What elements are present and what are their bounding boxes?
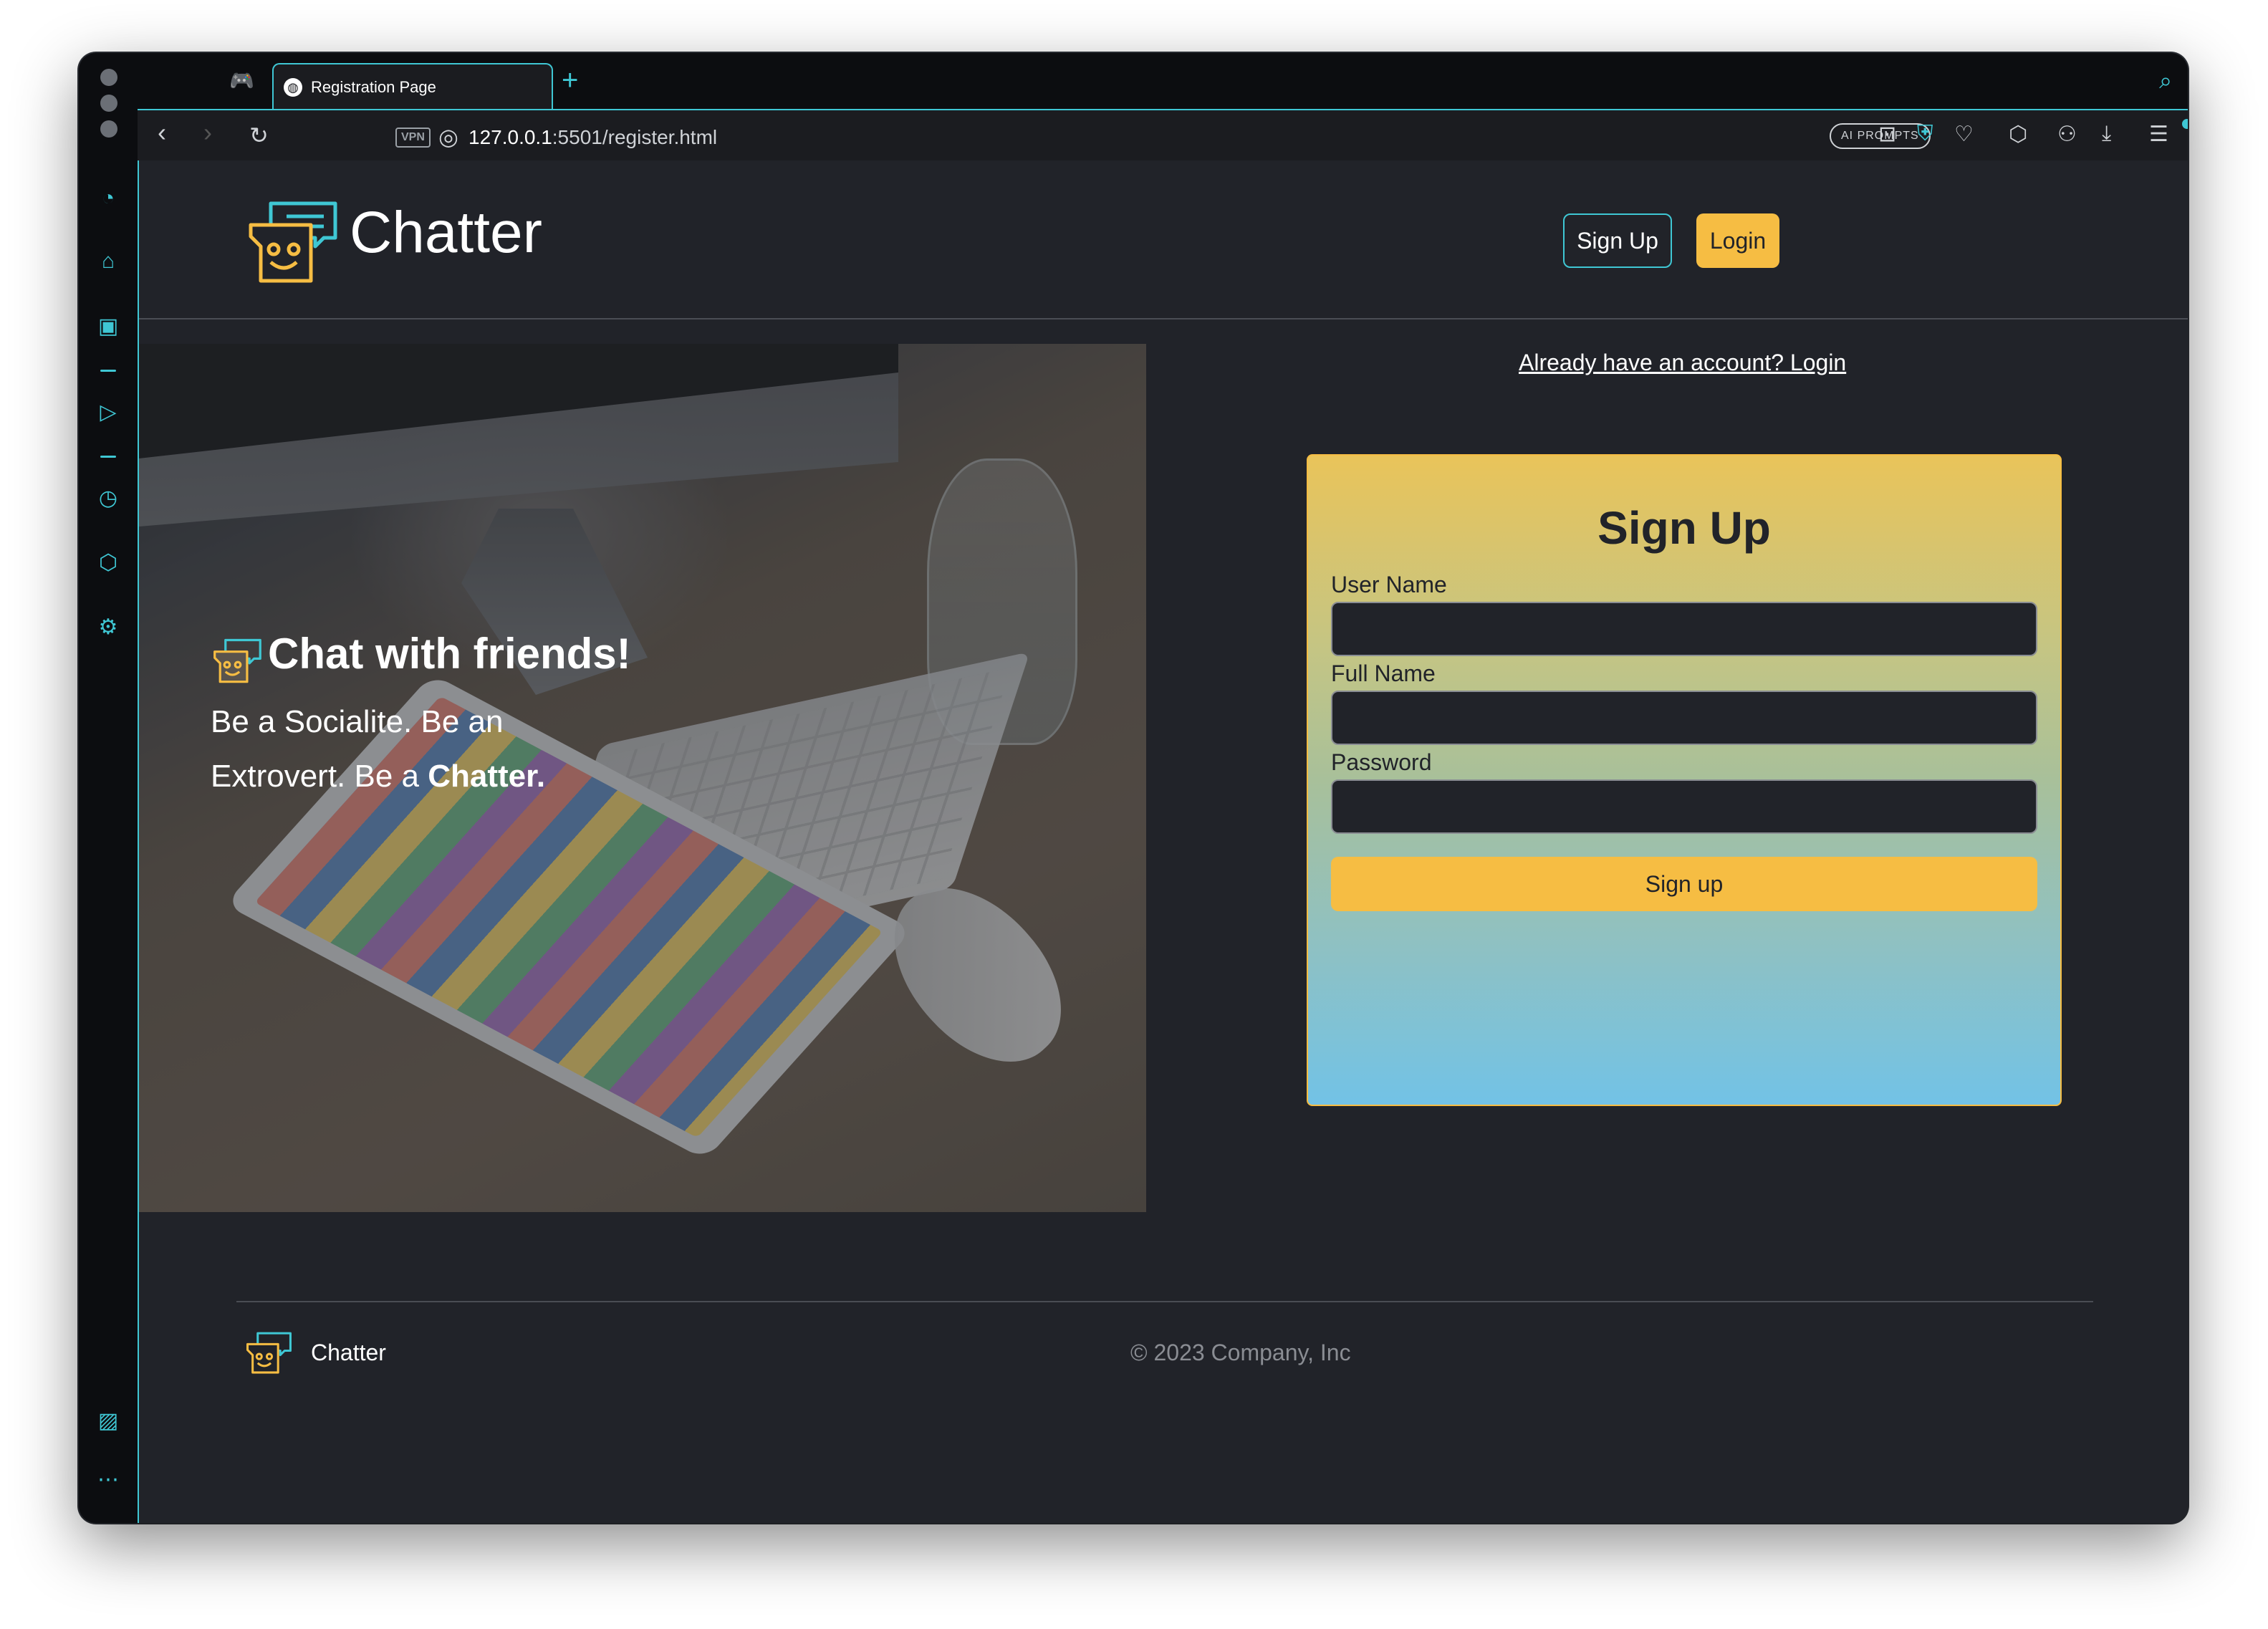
back-chevron-icon[interactable]: ‹ [158, 117, 166, 148]
player-icon[interactable]: ▷ [93, 397, 123, 427]
hero-title: Chat with friends! [268, 630, 631, 678]
forward-chevron-icon[interactable]: › [203, 117, 212, 148]
new-tab-plus-icon[interactable]: + [562, 66, 578, 95]
password-label: Password [1331, 749, 1432, 775]
username-input[interactable] [1331, 602, 2037, 656]
signup-card: Sign Up User Name Full Name Password Sig… [1307, 454, 2062, 1106]
fullname-label: Full Name [1331, 660, 1436, 686]
camera-icon[interactable]: ⊡ [1878, 122, 1896, 147]
sidebar-separator [100, 370, 116, 372]
settings-gear-icon[interactable]: ⚙ [93, 612, 123, 642]
browser-window: ◔ ⌂ ▣ ▷ ◷ ⬡ ⚙ ▨ ⋯ 🎮 ◍ Registration Page … [79, 53, 2188, 1523]
speed-dial-icon[interactable]: ◔ [93, 183, 123, 213]
chatter-logo-icon [213, 638, 261, 683]
address-bar: ‹ › ↻ VPN ◎ 127.0.0.1:5501/register.html… [138, 109, 2188, 160]
page-content: Chatter Sign Up Login Chat with friends!… [138, 160, 2188, 1523]
password-input[interactable] [1331, 779, 2037, 834]
hero-image: Chat with friends! Be a Socialite. Be an… [139, 344, 1146, 1212]
extensions-icon[interactable]: ▣ [93, 311, 123, 341]
gamepad-icon[interactable]: 🎮 [229, 69, 254, 92]
hero-subtitle-bold: Chatter. [428, 759, 546, 794]
window-close-button[interactable] [100, 69, 117, 86]
aria-icon[interactable]: ⌂ [93, 246, 123, 277]
gallery-icon[interactable]: ▨ [93, 1405, 123, 1436]
hero-subtitle: Be a Socialite. Be an Extrovert. Be a Ch… [211, 695, 612, 804]
chatter-logo-icon [249, 201, 337, 283]
signup-button[interactable]: Sign Up [1563, 213, 1672, 268]
login-button[interactable]: Login [1696, 213, 1779, 268]
footer-brand[interactable]: Chatter [311, 1340, 386, 1366]
heart-icon[interactable]: ♡ [1954, 122, 1974, 147]
site-header: Chatter Sign Up Login [139, 160, 2188, 319]
browser-sidebar: ◔ ⌂ ▣ ▷ ◷ ⬡ ⚙ ▨ ⋯ [79, 53, 138, 1523]
footer-divider [236, 1301, 2093, 1302]
url-host: 127.0.0.1 [469, 126, 552, 148]
globe-icon: ◍ [284, 78, 302, 97]
tab-strip: 🎮 ◍ Registration Page + ⌕ [138, 53, 2188, 110]
url-path: :5501/register.html [552, 126, 718, 148]
download-indicator [2182, 119, 2188, 129]
reload-icon[interactable]: ↻ [249, 122, 269, 149]
chatter-logo-icon [246, 1332, 292, 1374]
sidebar-separator [100, 456, 116, 458]
username-label: User Name [1331, 572, 1447, 597]
tab-title: Registration Page [311, 78, 436, 96]
tab-registration[interactable]: ◍ Registration Page [272, 63, 553, 110]
download-icon[interactable]: ⤓ [2102, 122, 2111, 146]
more-icon[interactable]: ⋯ [93, 1464, 123, 1494]
vpn-badge[interactable]: VPN [395, 128, 431, 148]
site-info-globe-icon[interactable]: ◎ [438, 123, 458, 150]
signup-submit-button[interactable]: Sign up [1331, 857, 2037, 911]
menu-icon[interactable]: ☰ [2149, 122, 2168, 147]
shield-check-icon[interactable]: ⛨ [1917, 122, 1933, 146]
search-icon[interactable]: ⌕ [2159, 67, 2172, 95]
profile-icon[interactable]: ⚇ [2057, 122, 2077, 147]
window-minimize-button[interactable] [100, 95, 117, 112]
footer-copyright: © 2023 Company, Inc [1130, 1340, 1351, 1365]
window-zoom-button[interactable] [100, 120, 117, 138]
brand-name[interactable]: Chatter [350, 199, 542, 266]
cube-icon[interactable]: ⬡ [2009, 122, 2027, 147]
url-field[interactable]: 127.0.0.1:5501/register.html [469, 126, 717, 149]
already-have-account-link[interactable]: Already have an account? Login [1519, 350, 1846, 376]
signup-title: Sign Up [1597, 502, 1771, 554]
history-icon[interactable]: ◷ [93, 483, 123, 513]
fullname-input[interactable] [1331, 691, 2037, 745]
cube-icon[interactable]: ⬡ [93, 547, 123, 577]
